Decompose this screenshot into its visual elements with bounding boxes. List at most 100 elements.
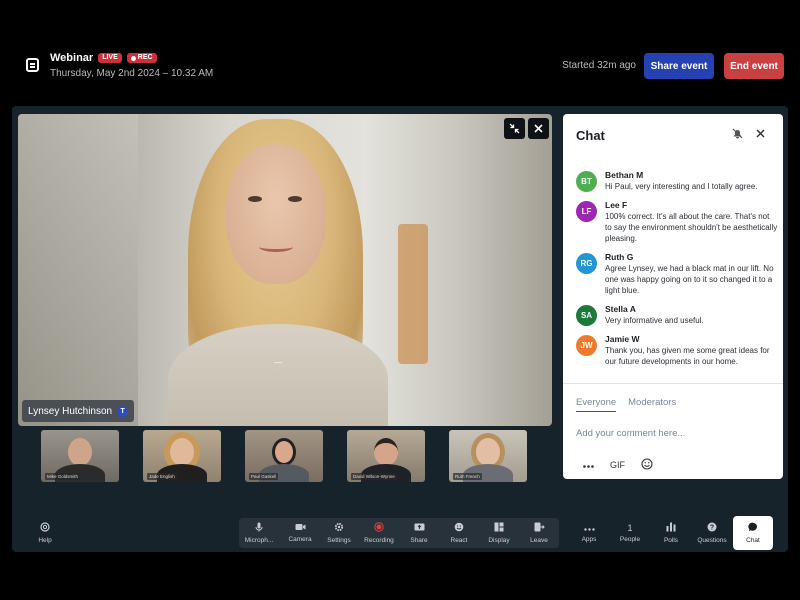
leave-button[interactable]: Leave [525,518,553,548]
react-label: React [450,537,468,544]
webinar-title: Webinar [50,52,94,64]
message-text: Very informative and useful. [605,316,704,325]
participant-thumbnail[interactable]: Ruth French [449,430,527,482]
chat-tabs: Everyone Moderators [576,397,676,412]
speaker-body [168,324,388,426]
apps-label: Apps [581,535,597,543]
chat-button[interactable]: Chat [733,516,773,550]
chat-message: BT Bethan M Hi Paul, very interesting an… [576,170,778,192]
people-button[interactable]: 1 People [616,518,644,548]
participant-thumbnail[interactable]: David Wilson-Wynne [347,430,425,482]
avatar: BT [576,171,597,192]
gif-button[interactable]: GIF [610,460,625,470]
avatar: LF [576,201,597,222]
settings-label: Settings [327,537,351,544]
microphone-button[interactable]: Microph... [241,518,277,548]
settings-button[interactable]: Settings [323,518,355,548]
bottom-toolbar: Help Microph... Camera Settings Recordin… [12,516,788,550]
message-content: Lee F 100% correct. It's all about the c… [605,200,778,244]
comment-input[interactable] [576,428,772,439]
participant-head [272,438,296,466]
started-timer: Started 32m ago [562,60,636,71]
share-button[interactable]: Share [405,518,433,548]
participant-thumbnail[interactable]: Paul Gaskell [245,430,323,482]
chat-panel: Chat BT Bethan M Hi Paul, very interesti… [563,114,783,479]
questions-button[interactable]: ? Questions [695,518,729,548]
title-row: Webinar LIVE REC [50,52,157,64]
react-button[interactable]: React [445,518,473,548]
camera-button[interactable]: Camera [284,518,316,548]
end-event-button[interactable]: End event [724,53,784,79]
participant-head [374,438,398,466]
message-text: Hi Paul, very interesting and I totally … [605,182,758,191]
speaker-mouth [259,242,293,252]
participant-thumbnail[interactable]: Jade English [143,430,221,482]
message-content: Jamie W Thank you, has given me some gre… [605,334,778,367]
svg-text:?: ? [710,525,714,532]
main-speaker-video[interactable]: Lynsey Hutchinson T [18,114,552,426]
camera-icon [295,523,306,533]
share-event-button[interactable]: Share event [644,53,714,79]
chat-label: Chat [746,537,760,544]
more-options-icon[interactable] [583,460,594,470]
speaker-role-badge: T [117,405,129,417]
help-icon [40,522,50,534]
background-window [18,114,138,426]
participant-head [476,438,500,466]
questions-label: Questions [697,537,727,544]
mute-notifications-icon[interactable] [732,128,743,142]
chat-messages: BT Bethan M Hi Paul, very interesting an… [576,170,778,375]
speaker-eye [288,196,302,202]
recording-button[interactable]: Recording [360,518,398,548]
display-button[interactable]: Display [483,518,515,548]
close-video-icon[interactable] [528,118,549,139]
polls-button[interactable]: Polls [658,518,684,548]
live-badge: LIVE [98,53,122,63]
record-icon [374,522,384,534]
speaker-name: Lynsey Hutchinson [28,405,113,417]
emoji-icon[interactable] [641,458,653,472]
more-apps-icon [583,524,595,533]
smiley-icon [454,522,464,534]
meeting-stage: Lynsey Hutchinson T Mike Goldsmith Jade … [12,106,788,552]
message-content: Bethan M Hi Paul, very interesting and I… [605,170,758,192]
avatar: SA [576,305,597,326]
header: Webinar LIVE REC Thursday, May 2nd 2024 … [26,48,784,84]
microphone-label: Microph... [244,537,274,544]
message-text: Agree Lynsey, we had a black mat in our … [605,264,774,295]
rec-badge: REC [126,53,157,63]
speaker-name-tag: Lynsey Hutchinson T [22,400,135,422]
chat-divider [563,383,783,384]
message-author: Stella A [605,304,636,314]
avatar: RG [576,253,597,274]
rec-label: REC [137,54,153,61]
message-content: Stella A Very informative and useful. [605,304,704,326]
chat-bubble-icon [748,522,758,534]
participant-head [170,438,194,466]
webinar-datetime: Thursday, May 2nd 2024 – 10.32 AM [50,68,214,79]
message-author: Lee F [605,200,628,210]
question-icon: ? [707,522,717,534]
bar-chart-icon [666,522,676,534]
speaker-eye [248,196,262,202]
participant-name: Ruth French [453,473,482,480]
polls-label: Polls [663,537,679,544]
rec-dot-icon [130,55,136,61]
share-screen-icon [414,523,425,534]
apps-button[interactable]: Apps [577,518,601,548]
tab-moderators[interactable]: Moderators [628,397,676,412]
message-author: Ruth G [605,252,634,262]
gear-icon [334,522,344,534]
participant-thumbnail[interactable]: Mike Goldsmith [41,430,119,482]
message-text: Thank you, has given me some great ideas… [605,346,770,366]
help-button[interactable]: Help [32,518,58,548]
chat-title: Chat [576,128,605,143]
people-label: People [619,535,641,543]
message-author: Bethan M [605,170,644,180]
tab-everyone[interactable]: Everyone [576,397,617,412]
layout-icon [494,522,504,534]
close-chat-icon[interactable] [756,127,765,141]
minimize-icon[interactable] [504,118,525,139]
recording-label: Recording [364,537,394,544]
leave-icon [534,522,545,534]
